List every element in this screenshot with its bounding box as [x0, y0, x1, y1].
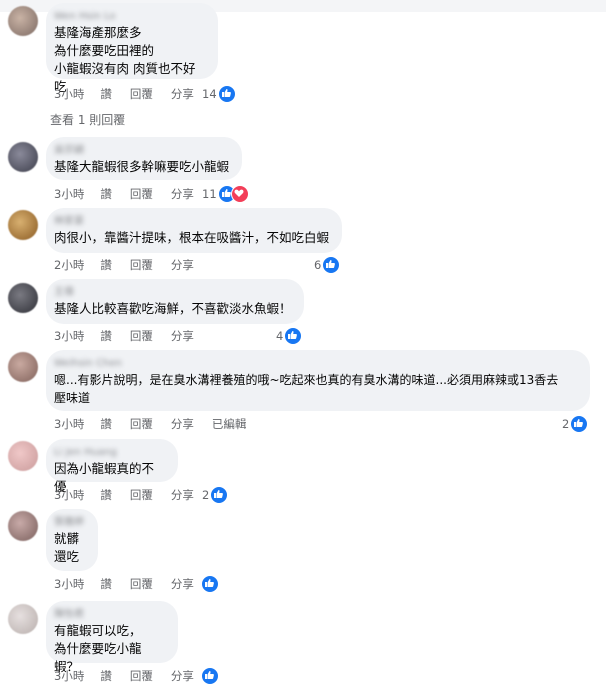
- reaction-count[interactable]: [201, 667, 219, 685]
- share-button[interactable]: 分享: [171, 668, 194, 684]
- reaction-count[interactable]: 6: [314, 256, 341, 274]
- view-replies-link[interactable]: 查看 1 則回覆: [50, 111, 125, 128]
- thumbs-up-icon: [217, 85, 236, 103]
- comment-time[interactable]: 3小時: [54, 487, 84, 503]
- share-button[interactable]: 分享: [171, 328, 194, 344]
- comment-author[interactable]: 林家豪: [54, 215, 330, 229]
- comment-actions: 3小時 讚 回覆 分享: [54, 575, 212, 593]
- comment-bubble: Wen Hsin Lo 基隆海產那麼多 為什麼要吃田裡的 小龍蝦沒有肉 肉質也不…: [46, 3, 218, 94]
- like-button[interactable]: 讚: [100, 416, 112, 432]
- comment-author[interactable]: 吳宗穎: [54, 144, 230, 158]
- comment-author[interactable]: 陳怡君: [54, 608, 166, 622]
- reaction-number: 4: [276, 329, 284, 343]
- avatar[interactable]: [8, 604, 38, 634]
- avatar[interactable]: [8, 283, 38, 313]
- avatar[interactable]: [8, 441, 38, 471]
- comment-author[interactable]: Weihsin Chen: [54, 357, 578, 371]
- thumbs-up-icon: [570, 415, 589, 433]
- reaction-count[interactable]: [201, 575, 219, 593]
- like-button[interactable]: 讚: [100, 257, 112, 273]
- comment-author[interactable]: Wen Hsin Lo: [54, 10, 206, 24]
- comment-actions: 3小時 讚 回覆 分享 已編輯: [54, 415, 264, 433]
- reply-button[interactable]: 回覆: [130, 416, 153, 432]
- reply-button[interactable]: 回覆: [130, 487, 153, 503]
- comment-text: 就髒 還吃: [54, 531, 80, 564]
- comment-bubble: 王偉 基隆人比較喜歡吃海鮮，不喜歡淡水魚蝦！: [46, 279, 304, 324]
- share-button[interactable]: 分享: [171, 186, 194, 202]
- like-button[interactable]: 讚: [100, 186, 112, 202]
- comment-text: 基隆大龍蝦很多幹嘛要吃小龍蝦: [54, 159, 230, 174]
- reaction-number: 11: [202, 187, 217, 201]
- share-button[interactable]: 分享: [171, 257, 194, 273]
- avatar[interactable]: [8, 142, 38, 172]
- comment-bubble: 吳宗穎 基隆大龍蝦很多幹嘛要吃小龍蝦: [46, 137, 242, 180]
- comment-author[interactable]: Li Jen Huang: [54, 446, 166, 460]
- avatar[interactable]: [8, 210, 38, 240]
- comment-time[interactable]: 3小時: [54, 186, 84, 202]
- thumbs-up-icon: [201, 575, 219, 593]
- reaction-count[interactable]: 2: [202, 486, 229, 504]
- comment-author[interactable]: 張雅婷: [54, 516, 86, 530]
- reaction-number: 6: [314, 258, 322, 272]
- thumbs-up-icon: [284, 327, 303, 345]
- reaction-count[interactable]: 4: [276, 327, 303, 345]
- comment-bubble: Li Jen Huang 因為小龍蝦真的不優: [46, 439, 178, 494]
- thumbs-up-icon: [210, 486, 229, 504]
- thumbs-up-icon: [322, 256, 341, 274]
- comment-actions: 3小時 讚 回覆 分享: [54, 85, 212, 103]
- comment-time[interactable]: 3小時: [54, 668, 84, 684]
- comment-bubble: 陳怡君 有龍蝦可以吃， 為什麼要吃小龍蝦？: [46, 601, 178, 674]
- comment-bubble: 張雅婷 就髒 還吃: [46, 509, 98, 571]
- avatar[interactable]: [8, 352, 38, 382]
- comment-time[interactable]: 3小時: [54, 86, 84, 102]
- edited-label[interactable]: 已編輯: [212, 416, 247, 432]
- comment-time[interactable]: 2小時: [54, 257, 84, 273]
- thumbs-up-icon: [201, 667, 219, 685]
- comment-time[interactable]: 3小時: [54, 576, 84, 592]
- like-button[interactable]: 讚: [100, 487, 112, 503]
- comment-text: 肉很小，靠醬汁提味，根本在吸醬汁，不如吃白蝦: [54, 230, 330, 245]
- comment-actions: 3小時 讚 回覆 分享: [54, 185, 212, 203]
- comment-bubble: Weihsin Chen 嗯...有影片說明，是在臭水溝裡養殖的哦~吃起來也真的…: [46, 350, 590, 411]
- reaction-number: 2: [202, 488, 210, 502]
- heart-icon: [230, 185, 249, 203]
- comment-actions: 3小時 讚 回覆 分享: [54, 486, 212, 504]
- share-button[interactable]: 分享: [171, 86, 194, 102]
- comment-actions: 3小時 讚 回覆 分享: [54, 667, 212, 685]
- like-button[interactable]: 讚: [100, 86, 112, 102]
- reply-button[interactable]: 回覆: [130, 86, 153, 102]
- reply-button[interactable]: 回覆: [130, 186, 153, 202]
- comment-bubble: 林家豪 肉很小，靠醬汁提味，根本在吸醬汁，不如吃白蝦: [46, 208, 342, 253]
- comment-author[interactable]: 王偉: [54, 286, 292, 300]
- comment-time[interactable]: 3小時: [54, 416, 84, 432]
- avatar[interactable]: [8, 511, 38, 541]
- reply-button[interactable]: 回覆: [130, 328, 153, 344]
- reaction-count[interactable]: 11: [202, 185, 249, 203]
- comment-actions: 2小時 讚 回覆 分享: [54, 256, 212, 274]
- comment-time[interactable]: 3小時: [54, 328, 84, 344]
- share-button[interactable]: 分享: [171, 487, 194, 503]
- reaction-count[interactable]: 2: [562, 415, 589, 433]
- reply-button[interactable]: 回覆: [130, 576, 153, 592]
- like-button[interactable]: 讚: [100, 576, 112, 592]
- avatar[interactable]: [8, 6, 38, 36]
- reaction-number: 14: [202, 87, 217, 101]
- reaction-number: 2: [562, 417, 570, 431]
- like-button[interactable]: 讚: [100, 328, 112, 344]
- share-button[interactable]: 分享: [171, 576, 194, 592]
- comment-text: 嗯...有影片說明，是在臭水溝裡養殖的哦~吃起來也真的有臭水溝的味道...必須用…: [54, 373, 559, 405]
- reply-button[interactable]: 回覆: [130, 257, 153, 273]
- share-button[interactable]: 分享: [171, 416, 194, 432]
- comment-text: 基隆人比較喜歡吃海鮮，不喜歡淡水魚蝦！: [54, 301, 292, 316]
- like-button[interactable]: 讚: [100, 668, 112, 684]
- reply-button[interactable]: 回覆: [130, 668, 153, 684]
- reaction-count[interactable]: 14: [202, 85, 236, 103]
- comment-actions: 3小時 讚 回覆 分享: [54, 327, 212, 345]
